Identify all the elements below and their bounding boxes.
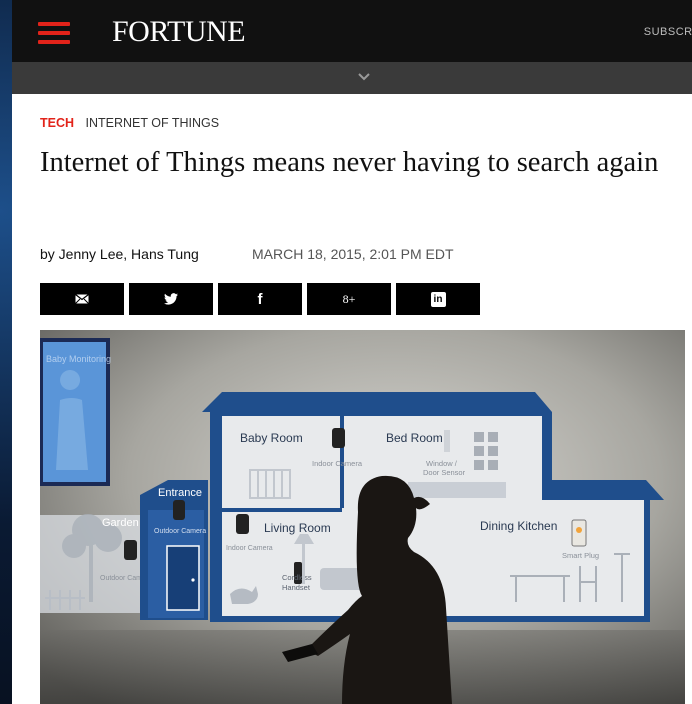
google-plus-icon: 8+ bbox=[342, 291, 356, 306]
hero-photo: Baby Monitoring Garden Outdoor Camera En… bbox=[40, 330, 685, 704]
monitor-text: Baby Monitoring bbox=[46, 354, 111, 364]
share-facebook-button[interactable]: f bbox=[218, 283, 302, 315]
cordless-label-2: Handset bbox=[282, 583, 311, 592]
dining-kitchen-label: Dining Kitchen bbox=[480, 519, 557, 533]
entrance-label: Entrance bbox=[158, 487, 202, 499]
bed-room-label: Bed Room bbox=[386, 431, 443, 445]
share-linkedin-button[interactable]: in bbox=[396, 283, 480, 315]
living-room-camera bbox=[236, 514, 249, 534]
site-header: FORTUNE SUBSCRIB bbox=[12, 0, 692, 62]
entrance-camera bbox=[173, 500, 185, 520]
cordless-label-1: Cordless bbox=[282, 573, 312, 582]
living-room-camera-label: Indoor Camera bbox=[226, 545, 273, 552]
subsection-tag[interactable]: INTERNET OF THINGS bbox=[86, 116, 220, 130]
subscribe-link[interactable]: SUBSCRIB bbox=[644, 26, 692, 38]
baby-room-camera-label: Indoor Camera bbox=[312, 459, 363, 468]
chevron-down-icon[interactable] bbox=[356, 68, 372, 84]
article-kicker: TECH INTERNET OF THINGS bbox=[40, 116, 219, 130]
article-date: MARCH 18, 2015, 2:01 PM EDT bbox=[252, 246, 454, 262]
share-bar: f 8+ in bbox=[40, 283, 480, 315]
linkedin-icon: in bbox=[430, 291, 446, 307]
share-email-button[interactable] bbox=[40, 283, 124, 315]
entrance-door bbox=[166, 545, 200, 611]
window-sensor-label-1: Window / bbox=[426, 459, 458, 468]
article-headline: Internet of Things means never having to… bbox=[40, 147, 659, 178]
section-tag[interactable]: TECH bbox=[40, 116, 74, 130]
hero-image[interactable]: Baby Monitoring Garden Outdoor Camera En… bbox=[40, 330, 685, 704]
baby-room-label: Baby Room bbox=[240, 431, 303, 445]
share-google-plus-button[interactable]: 8+ bbox=[307, 283, 391, 315]
article-page: FORTUNE SUBSCRIB TECH INTERNET OF THINGS… bbox=[12, 0, 692, 704]
window-sensor-label-2: Door Sensor bbox=[423, 468, 466, 477]
site-logo[interactable]: FORTUNE bbox=[112, 15, 246, 49]
article-byline: by Jenny Lee, Hans Tung bbox=[40, 246, 199, 262]
garden-label: Garden bbox=[102, 517, 139, 529]
garden-camera bbox=[124, 540, 137, 560]
nav-expand-bar[interactable] bbox=[12, 62, 692, 94]
facebook-icon: f bbox=[257, 290, 263, 308]
bed-room-sensor bbox=[444, 430, 450, 452]
entrance-camera-label: Outdoor Camera bbox=[154, 528, 206, 535]
share-twitter-button[interactable] bbox=[129, 283, 213, 315]
hamburger-icon[interactable] bbox=[38, 22, 70, 44]
email-icon bbox=[75, 294, 89, 304]
twitter-icon bbox=[164, 293, 178, 305]
smart-plug-label: Smart Plug bbox=[562, 551, 599, 560]
baby-room-camera bbox=[332, 428, 345, 448]
living-room-label: Living Room bbox=[264, 521, 331, 535]
